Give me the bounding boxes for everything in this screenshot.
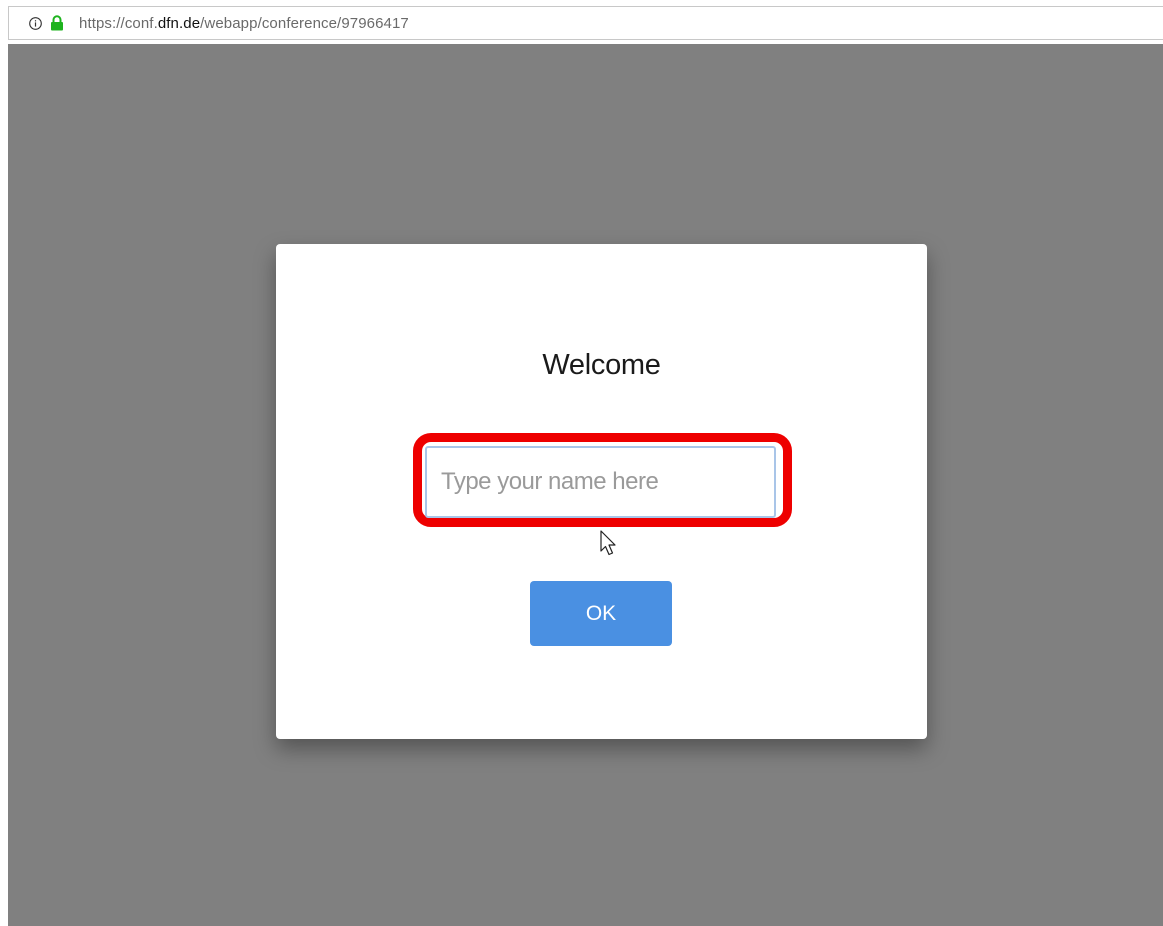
lock-icon[interactable] xyxy=(50,15,64,31)
name-input[interactable] xyxy=(425,446,776,518)
info-icon[interactable] xyxy=(29,16,42,30)
modal-overlay: Welcome OK xyxy=(8,44,1163,926)
url-text[interactable]: https://conf.dfn.de/webapp/conference/97… xyxy=(79,15,409,32)
mouse-cursor-icon xyxy=(600,530,616,556)
url-path: /webapp/conference/97966417 xyxy=(200,14,409,32)
dialog-title: Welcome xyxy=(542,349,661,381)
welcome-dialog: Welcome OK xyxy=(276,244,927,739)
ok-button[interactable]: OK xyxy=(530,581,672,646)
url-domain: dfn.de xyxy=(157,14,201,32)
address-bar[interactable]: https://conf.dfn.de/webapp/conference/97… xyxy=(8,6,1163,40)
url-prefix: https://conf. xyxy=(79,14,158,32)
page-margin xyxy=(0,44,8,926)
